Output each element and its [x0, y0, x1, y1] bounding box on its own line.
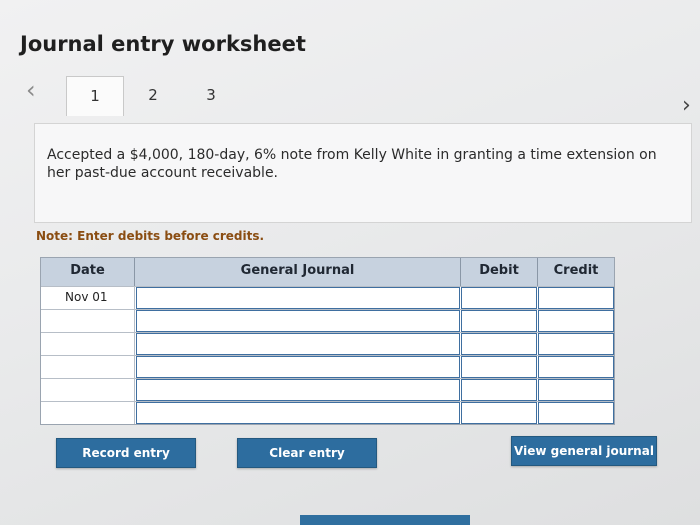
bottom-action-bar[interactable]	[300, 515, 470, 525]
date-cell	[41, 379, 135, 401]
tab-2[interactable]: 2	[124, 76, 182, 116]
debit-input[interactable]	[461, 402, 537, 424]
credit-input[interactable]	[538, 356, 614, 378]
tab-1[interactable]: 1	[66, 76, 124, 116]
account-input[interactable]	[136, 310, 460, 332]
account-input[interactable]	[136, 333, 460, 355]
transaction-text: Accepted a $4,000, 180-day, 6% note from…	[47, 147, 657, 181]
page-title: Journal entry worksheet	[20, 32, 306, 56]
account-input[interactable]	[136, 287, 460, 309]
date-cell	[41, 402, 135, 424]
account-input[interactable]	[136, 356, 460, 378]
clear-entry-button[interactable]: Clear entry	[237, 438, 377, 468]
column-header-date: Date	[41, 258, 135, 286]
credit-input[interactable]	[538, 402, 614, 424]
date-cell	[41, 310, 135, 332]
entry-note: Note: Enter debits before credits.	[36, 229, 265, 243]
record-entry-button[interactable]: Record entry	[56, 438, 196, 468]
journal-table: Date General Journal Debit Credit Nov 01	[40, 257, 615, 425]
chevron-right-icon[interactable]: ›	[682, 95, 691, 117]
transaction-description: Accepted a $4,000, 180-day, 6% note from…	[34, 123, 692, 223]
credit-input[interactable]	[538, 287, 614, 309]
debit-input[interactable]	[461, 333, 537, 355]
table-row	[41, 355, 614, 378]
credit-input[interactable]	[538, 310, 614, 332]
debit-input[interactable]	[461, 287, 537, 309]
date-cell: Nov 01	[41, 287, 135, 309]
view-general-journal-button[interactable]: View general journal	[511, 436, 657, 466]
column-header-general-journal: General Journal	[135, 258, 461, 286]
journal-entry-worksheet: Journal entry worksheet ‹ › 1 2 3 Accept…	[0, 0, 700, 525]
column-header-credit: Credit	[538, 258, 614, 286]
credit-input[interactable]	[538, 333, 614, 355]
column-header-debit: Debit	[461, 258, 538, 286]
table-row	[41, 378, 614, 401]
table-row	[41, 309, 614, 332]
date-cell	[41, 356, 135, 378]
date-cell	[41, 333, 135, 355]
account-input[interactable]	[136, 379, 460, 401]
debit-input[interactable]	[461, 310, 537, 332]
debit-input[interactable]	[461, 356, 537, 378]
chevron-left-icon[interactable]: ‹	[26, 78, 36, 102]
tab-3[interactable]: 3	[182, 76, 240, 116]
account-input[interactable]	[136, 402, 460, 424]
table-row	[41, 332, 614, 355]
debit-input[interactable]	[461, 379, 537, 401]
table-row	[41, 401, 614, 424]
credit-input[interactable]	[538, 379, 614, 401]
table-row: Nov 01	[41, 286, 614, 309]
